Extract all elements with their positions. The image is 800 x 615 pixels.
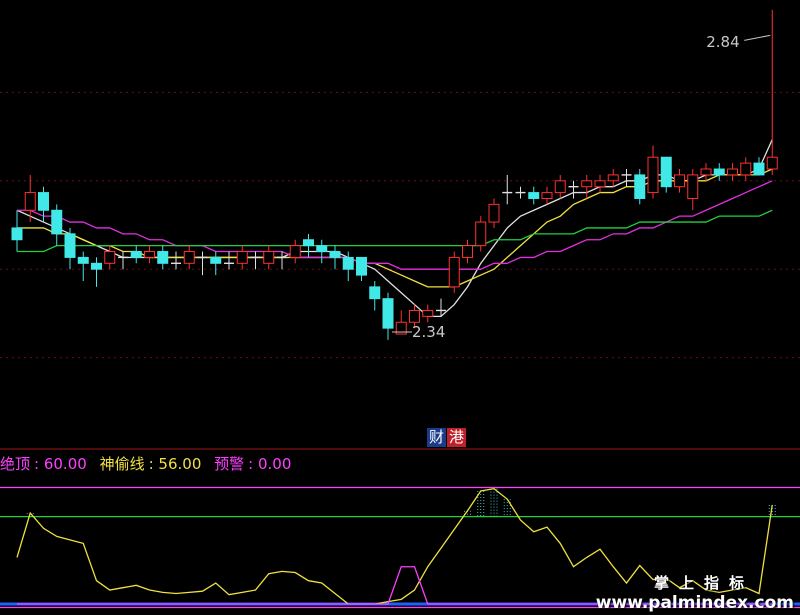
candle-body <box>634 174 646 199</box>
candle-body <box>713 168 725 176</box>
candle-body <box>422 309 434 317</box>
legend-yujing: 预警: 0.00 <box>214 455 292 473</box>
candle-body <box>740 162 752 176</box>
candle-body <box>342 256 354 270</box>
candle-body <box>448 256 460 288</box>
candle-body <box>647 156 659 194</box>
legend-shentouxian: 神偷线: 56.00 <box>99 455 202 473</box>
candle-body <box>488 203 500 223</box>
candle-body <box>462 245 473 258</box>
high-price-label: 2.84 <box>706 33 740 52</box>
high-arrow <box>744 34 771 41</box>
candle-body <box>91 262 102 270</box>
ma-line-0 <box>16 139 773 317</box>
candle-body <box>130 251 142 258</box>
legend-jueding: 绝顶: 60.00 <box>0 455 87 473</box>
candle-body <box>727 168 738 176</box>
candle-body <box>660 156 672 188</box>
candle-body <box>753 162 765 176</box>
candle-body <box>38 192 49 211</box>
candle-body <box>183 251 195 264</box>
ma-line-1 <box>17 168 773 288</box>
candle-body <box>674 174 685 188</box>
candle-body <box>594 180 606 188</box>
ma-line-3 <box>17 209 773 253</box>
candle-body <box>356 256 367 276</box>
candle-body <box>316 245 328 253</box>
ma-line-2 <box>17 180 773 270</box>
candle-body <box>144 251 155 258</box>
watermark: 掌上指标 www.palmindex.com <box>596 572 794 613</box>
candle-body <box>607 174 619 182</box>
candle-body <box>528 192 540 199</box>
candle-body <box>289 245 301 258</box>
candle-body <box>581 180 593 188</box>
candle-body <box>475 221 487 247</box>
candle-body <box>369 286 381 300</box>
candle-body <box>263 251 275 264</box>
stock-chart <box>0 9 800 609</box>
candle-body <box>329 251 341 258</box>
candle-body <box>24 192 36 211</box>
low-price-label: 2.34 <box>412 323 446 342</box>
indicator-legend: 绝顶: 60.00 神偷线: 56.00 预警: 0.00 <box>0 453 299 474</box>
candle-body <box>303 239 314 247</box>
candle-body <box>210 256 222 264</box>
candle-body <box>687 174 699 199</box>
candle-body <box>541 192 553 199</box>
watermark-url: www.palmindex.com <box>595 593 794 613</box>
candle-body <box>409 309 420 323</box>
watermark-name: 掌上指标 <box>653 574 754 592</box>
candle-body <box>104 251 116 264</box>
candle-body <box>51 209 63 235</box>
badge-gang: 港 <box>447 428 467 447</box>
candle-body <box>554 180 566 194</box>
candle-body <box>11 227 23 241</box>
candle-body <box>700 168 712 176</box>
candle-body <box>77 256 89 264</box>
candle-body <box>236 251 248 264</box>
candle-body <box>382 298 394 329</box>
candle-body <box>157 251 169 264</box>
badge-cai: 财 <box>427 428 447 447</box>
candle-body <box>64 233 76 258</box>
candle-body <box>766 156 778 170</box>
